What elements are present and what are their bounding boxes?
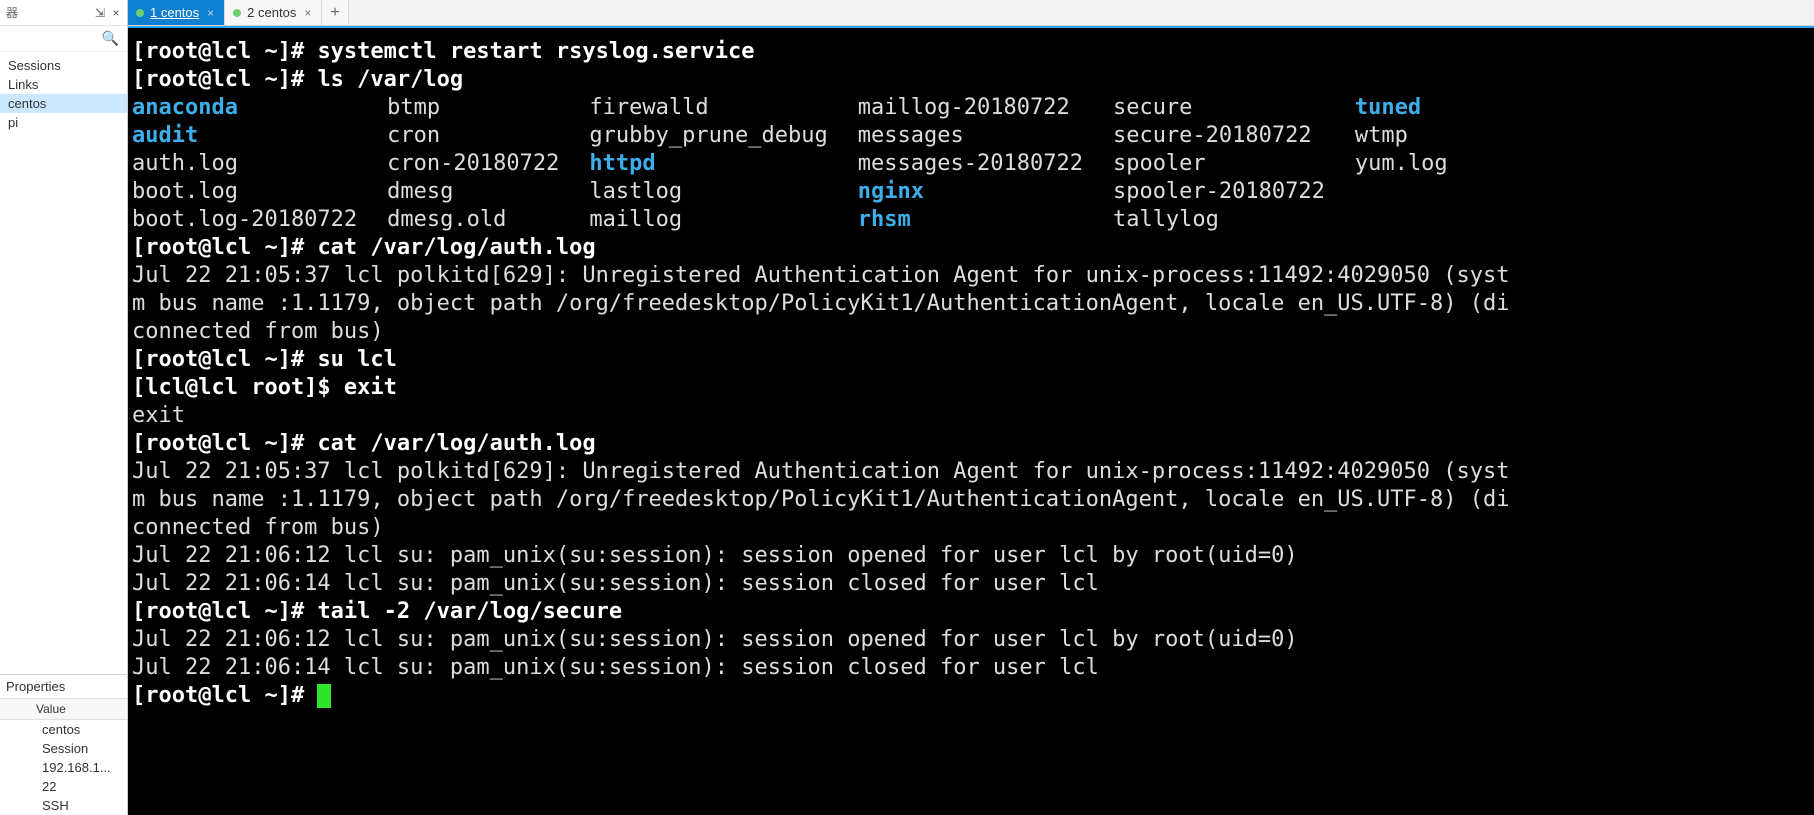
tab-bar: 1 centos × 2 centos × + xyxy=(128,0,1814,26)
session-sidebar: 器 ⇲ × 🔍 SessionsLinkscentospi Properties… xyxy=(0,0,128,815)
property-row: SSH xyxy=(0,796,127,815)
tab-close-icon[interactable]: × xyxy=(207,6,214,20)
session-tree[interactable]: SessionsLinkscentospi xyxy=(0,52,127,674)
properties-column: Value xyxy=(0,699,127,720)
property-row: centos xyxy=(0,720,127,739)
tab-close-icon[interactable]: × xyxy=(304,6,311,20)
tab-label: 1 centos xyxy=(150,5,199,20)
property-row: 22 xyxy=(0,777,127,796)
cursor xyxy=(317,684,331,708)
terminal[interactable]: [root@lcl ~]# systemctl restart rsyslog.… xyxy=(128,26,1814,815)
tab-label: 2 centos xyxy=(247,5,296,20)
add-tab-button[interactable]: + xyxy=(322,0,348,25)
close-icon[interactable]: × xyxy=(111,8,121,18)
tree-item[interactable]: Sessions xyxy=(0,56,127,75)
main-area: 1 centos × 2 centos × + [root@lcl ~]# system… xyxy=(128,0,1814,815)
tree-item[interactable]: pi xyxy=(0,113,127,132)
session-tab[interactable]: 2 centos × xyxy=(225,0,322,25)
pin-icon[interactable]: ⇲ xyxy=(95,8,105,18)
sidebar-title: 器 xyxy=(6,4,89,21)
status-dot-icon xyxy=(136,9,144,17)
tree-item[interactable]: centos xyxy=(0,94,127,113)
property-row: 192.168.1... xyxy=(0,758,127,777)
tree-item[interactable]: Links xyxy=(0,75,127,94)
properties-panel: Properties Value centosSession192.168.1.… xyxy=(0,674,127,815)
search-icon[interactable]: 🔍 xyxy=(102,30,119,47)
status-dot-icon xyxy=(233,9,241,17)
session-tab[interactable]: 1 centos × xyxy=(128,0,225,25)
sidebar-search[interactable]: 🔍 xyxy=(0,26,127,52)
sidebar-header: 器 ⇲ × xyxy=(0,0,127,26)
property-row: Session xyxy=(0,739,127,758)
properties-header: Properties xyxy=(0,675,127,699)
